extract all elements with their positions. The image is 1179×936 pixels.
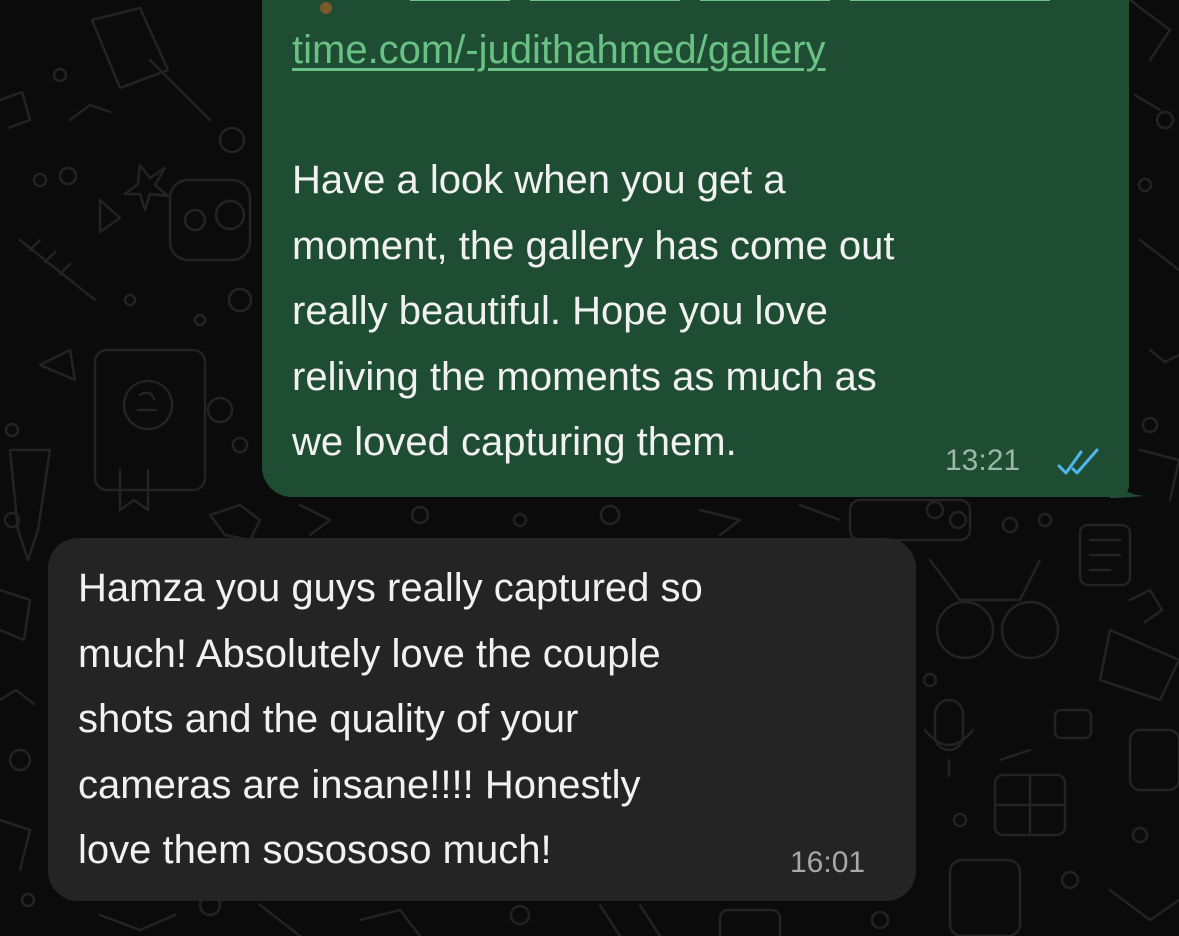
outgoing-message-bubble[interactable]: time.com/-judithahmed/gallery Have a loo… — [262, 0, 1129, 497]
outgoing-message-text: Have a look when you get a moment, the g… — [292, 158, 895, 464]
link-fragment — [700, 0, 830, 14]
incoming-message-time: 16:01 — [790, 846, 866, 879]
link-preview-partial — [290, 0, 1050, 14]
incoming-message-bubble[interactable]: Hamza you guys really captured so much! … — [48, 538, 916, 901]
outgoing-message-time: 13:21 — [945, 444, 1021, 477]
link-fragment — [410, 0, 510, 14]
link-favicon — [320, 2, 332, 14]
link-fragment — [850, 0, 1050, 14]
incoming-message-text: Hamza you guys really captured so much! … — [78, 566, 703, 872]
bubble-tail — [1110, 474, 1144, 498]
gallery-link[interactable]: time.com/-judithahmed/gallery — [292, 22, 826, 78]
link-fragment — [530, 0, 680, 14]
double-check-icon — [1057, 448, 1099, 475]
